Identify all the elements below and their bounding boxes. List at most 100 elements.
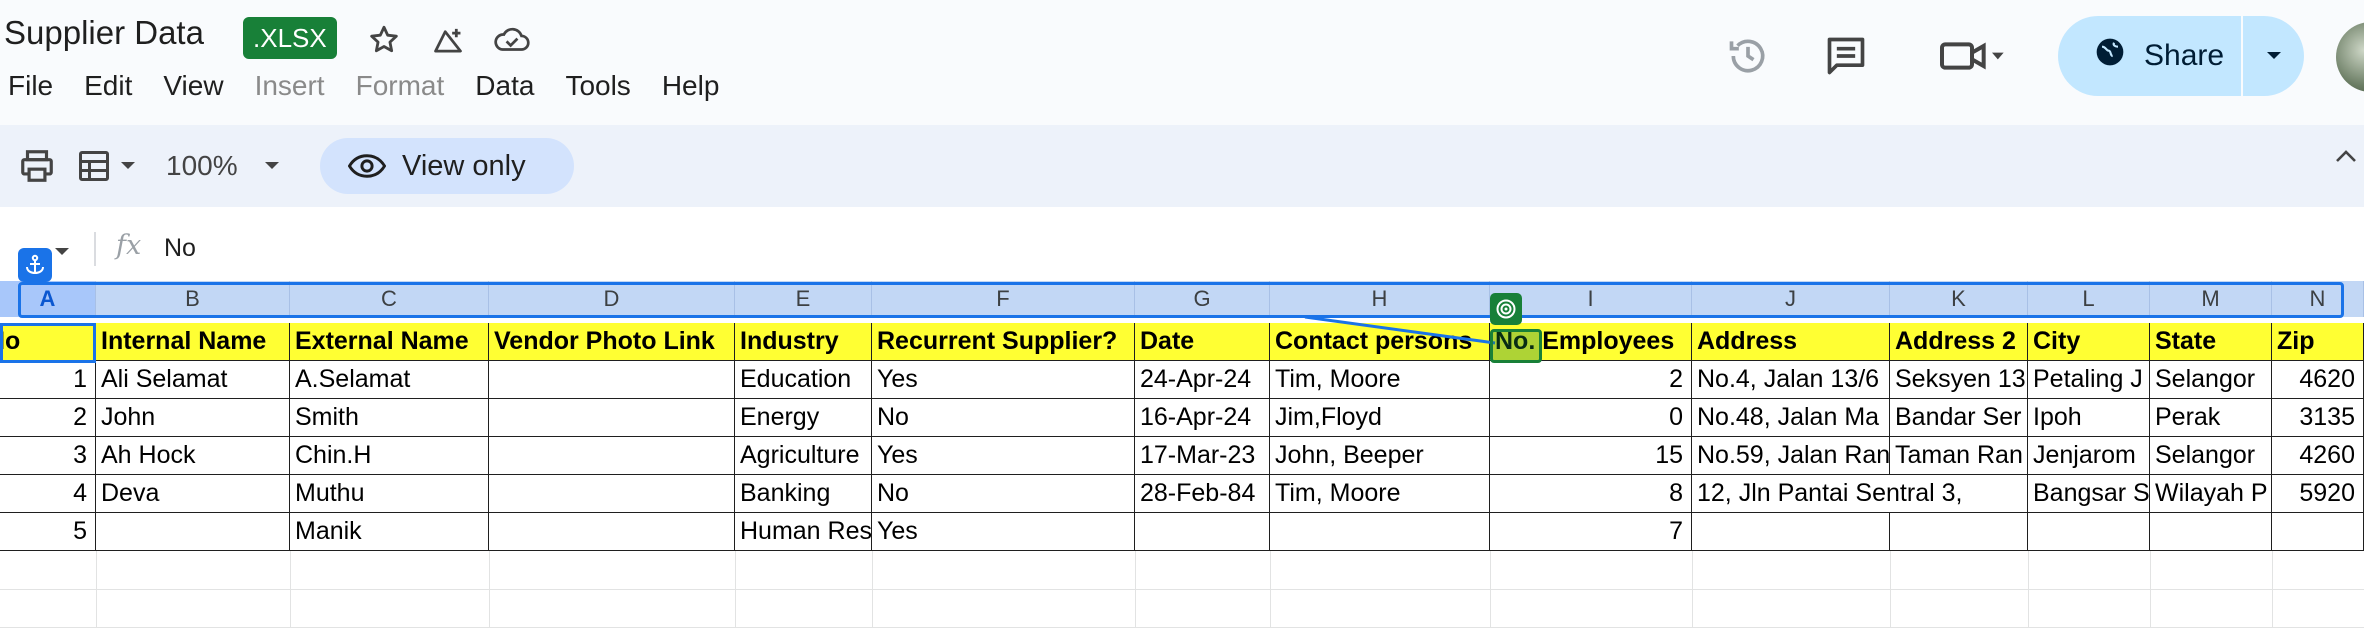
- table-cell[interactable]: Education: [735, 361, 872, 399]
- column-header-j[interactable]: J: [1692, 281, 1890, 317]
- menu-view[interactable]: View: [163, 70, 223, 102]
- table-cell[interactable]: 4: [0, 475, 96, 513]
- header-cell[interactable]: Zip: [2272, 323, 2364, 361]
- table-cell[interactable]: 8: [1490, 475, 1692, 513]
- header-cell[interactable]: Recurrent Supplier?: [872, 323, 1135, 361]
- table-cell[interactable]: 5920: [2272, 475, 2364, 513]
- column-header-m[interactable]: M: [2150, 281, 2272, 317]
- zoom-select[interactable]: 100%: [166, 145, 280, 187]
- header-cell[interactable]: Internal Name: [96, 323, 290, 361]
- header-cell[interactable]: Date: [1135, 323, 1270, 361]
- table-cell[interactable]: [1135, 513, 1270, 551]
- column-header-d[interactable]: D: [489, 281, 735, 317]
- header-cell[interactable]: Industry: [735, 323, 872, 361]
- table-cell[interactable]: [96, 513, 290, 551]
- table-cell[interactable]: John: [96, 399, 290, 437]
- table-cell[interactable]: [489, 475, 735, 513]
- column-header-e[interactable]: E: [735, 281, 872, 317]
- table-cell[interactable]: Jim,Floyd: [1270, 399, 1490, 437]
- table-cell[interactable]: Ipoh: [2028, 399, 2150, 437]
- cloud-status-icon[interactable]: [492, 20, 532, 60]
- drop-target-icon[interactable]: [1490, 329, 1542, 363]
- table-cell[interactable]: [2028, 513, 2150, 551]
- table-cell[interactable]: 15: [1490, 437, 1692, 475]
- table-cell[interactable]: Selangor: [2150, 361, 2272, 399]
- move-to-folder-icon[interactable]: [428, 20, 468, 60]
- table-cell[interactable]: Yes: [872, 437, 1135, 475]
- table-cell[interactable]: [2150, 513, 2272, 551]
- table-cell[interactable]: Bandar Ser: [1890, 399, 2028, 437]
- meet-video-icon[interactable]: [1932, 30, 2012, 82]
- column-header-k[interactable]: K: [1890, 281, 2028, 317]
- table-cell[interactable]: Manik: [290, 513, 489, 551]
- table-cell[interactable]: 1: [0, 361, 96, 399]
- table-cell[interactable]: Ah Hock: [96, 437, 290, 475]
- header-cell[interactable]: Address: [1692, 323, 1890, 361]
- table-cell[interactable]: Tim, Moore: [1270, 361, 1490, 399]
- table-cell[interactable]: Human Res: [735, 513, 872, 551]
- table-cell[interactable]: No: [872, 399, 1135, 437]
- table-cell[interactable]: Jenjarom: [2028, 437, 2150, 475]
- header-cell[interactable]: Contact persons: [1270, 323, 1490, 361]
- table-cell[interactable]: 16-Apr-24: [1135, 399, 1270, 437]
- star-icon[interactable]: [364, 20, 404, 60]
- header-cell[interactable]: Address 2: [1890, 323, 2028, 361]
- column-header-b[interactable]: B: [96, 281, 290, 317]
- table-cell[interactable]: Muthu: [290, 475, 489, 513]
- table-cell[interactable]: 3: [0, 437, 96, 475]
- header-cell[interactable]: State: [2150, 323, 2272, 361]
- table-cell[interactable]: Energy: [735, 399, 872, 437]
- table-cell[interactable]: Smith: [290, 399, 489, 437]
- table-cell[interactable]: No.59, Jalan Ran: [1692, 437, 1890, 475]
- menu-tools[interactable]: Tools: [565, 70, 630, 102]
- table-cell[interactable]: John, Beeper: [1270, 437, 1490, 475]
- header-cell[interactable]: City: [2028, 323, 2150, 361]
- table-cell[interactable]: No: [872, 475, 1135, 513]
- collapse-menus-icon[interactable]: [2334, 148, 2358, 169]
- table-cell[interactable]: Perak: [2150, 399, 2272, 437]
- table-cell[interactable]: 0: [1490, 399, 1692, 437]
- document-title[interactable]: Supplier Data: [4, 14, 204, 52]
- table-format-dropdown[interactable]: [76, 145, 136, 187]
- anchor-icon[interactable]: [18, 248, 52, 282]
- table-cell[interactable]: [489, 399, 735, 437]
- menu-edit[interactable]: Edit: [84, 70, 132, 102]
- column-header-c[interactable]: C: [290, 281, 489, 317]
- table-cell[interactable]: Chin.H: [290, 437, 489, 475]
- table-cell[interactable]: 24-Apr-24: [1135, 361, 1270, 399]
- print-icon[interactable]: [18, 145, 56, 187]
- table-cell[interactable]: [489, 361, 735, 399]
- column-header-l[interactable]: L: [2028, 281, 2150, 317]
- table-cell[interactable]: 2: [0, 399, 96, 437]
- header-cell[interactable]: External Name: [290, 323, 489, 361]
- table-cell[interactable]: Agriculture: [735, 437, 872, 475]
- table-cell[interactable]: 4260: [2272, 437, 2364, 475]
- table-cell[interactable]: Wilayah P: [2150, 475, 2272, 513]
- menu-help[interactable]: Help: [662, 70, 720, 102]
- comments-icon[interactable]: [1820, 30, 1872, 82]
- table-cell[interactable]: 28-Feb-84: [1135, 475, 1270, 513]
- table-cell[interactable]: [1270, 513, 1490, 551]
- table-cell[interactable]: No.4, Jalan 13/6: [1692, 361, 1890, 399]
- avatar[interactable]: [2336, 22, 2364, 92]
- table-cell[interactable]: [1890, 513, 2028, 551]
- column-header-a[interactable]: A: [0, 281, 96, 317]
- table-cell[interactable]: [489, 513, 735, 551]
- share-button[interactable]: Share: [2058, 16, 2241, 96]
- table-cell[interactable]: [489, 437, 735, 475]
- column-header-g[interactable]: G: [1135, 281, 1270, 317]
- view-only-button[interactable]: View only: [320, 138, 574, 194]
- table-cell[interactable]: Banking: [735, 475, 872, 513]
- table-cell[interactable]: 12, Jln Pantai Sentral 3,: [1692, 475, 1962, 513]
- table-cell[interactable]: [1692, 513, 1890, 551]
- table-cell[interactable]: No.48, Jalan Ma: [1692, 399, 1890, 437]
- table-cell[interactable]: Selangor: [2150, 437, 2272, 475]
- share-dropdown-button[interactable]: [2243, 16, 2304, 96]
- column-header-n[interactable]: N: [2272, 281, 2364, 317]
- table-cell[interactable]: Yes: [872, 361, 1135, 399]
- table-cell[interactable]: 3135: [2272, 399, 2364, 437]
- table-cell[interactable]: 2: [1490, 361, 1692, 399]
- header-cell[interactable]: Vendor Photo Link: [489, 323, 735, 361]
- formula-value[interactable]: No: [164, 234, 196, 263]
- table-cell[interactable]: 7: [1490, 513, 1692, 551]
